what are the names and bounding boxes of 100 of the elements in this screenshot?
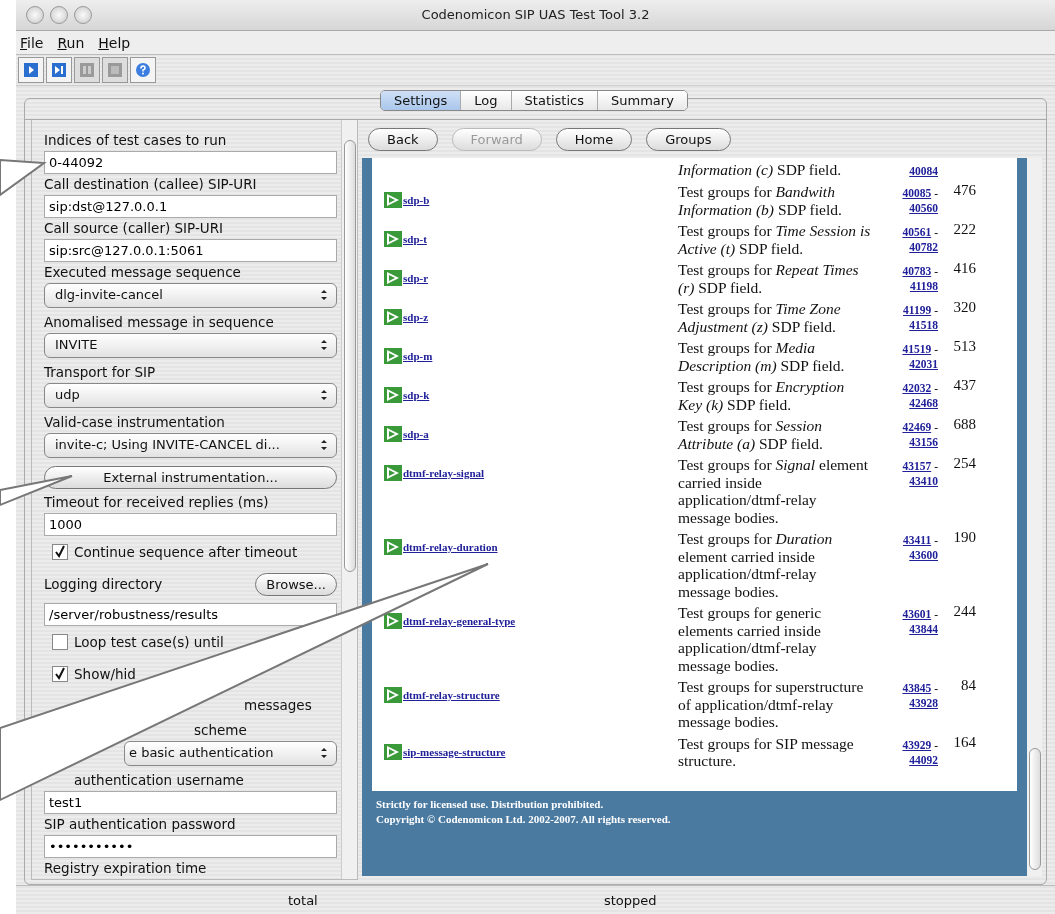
range-start-link[interactable]: 40561 xyxy=(902,225,932,241)
help-button[interactable] xyxy=(130,57,156,84)
play-icon xyxy=(384,309,402,326)
option-label: messages xyxy=(243,696,313,716)
range-start-link[interactable]: 40085 xyxy=(902,186,932,202)
range-separator: - xyxy=(934,381,938,397)
play-icon xyxy=(384,270,402,287)
range-start-link[interactable]: 43157 xyxy=(902,459,932,475)
nav-button[interactable]: Home xyxy=(555,127,633,151)
range-end-link[interactable]: 44092 xyxy=(909,752,938,768)
group-description: Information (c) SDP field. xyxy=(678,160,843,180)
case-count: 222 xyxy=(952,221,977,240)
range-end-link[interactable]: 43600 xyxy=(909,548,938,564)
group-link[interactable]: sdp-m xyxy=(403,350,433,363)
group-description: Test groups for Time Zone Adjustment (z) SDP field. xyxy=(678,299,842,336)
range-start-link[interactable]: 43601 xyxy=(902,607,932,623)
range-start-link[interactable]: 42032 xyxy=(902,381,932,397)
case-count: 164 xyxy=(952,733,977,752)
range-end-link[interactable]: 41198 xyxy=(909,279,938,295)
dropdown[interactable]: invite-c; Using INVITE-CANCEL di... xyxy=(44,433,337,459)
range-start-link[interactable]: 41519 xyxy=(902,342,932,358)
input-field[interactable]: ••••••••••• xyxy=(44,835,337,859)
range-start-link[interactable]: 41199 xyxy=(903,303,932,319)
tab[interactable]: Settings xyxy=(381,91,462,111)
group-description: Test groups for Session Attribute (a) SDP field. xyxy=(678,416,824,453)
range-start-link[interactable]: 43929 xyxy=(902,737,932,753)
range-start-link[interactable]: 42469 xyxy=(902,420,932,436)
nav-button[interactable]: Back xyxy=(368,127,438,151)
range-separator: - xyxy=(934,607,938,623)
range-separator: - xyxy=(934,342,938,358)
tab[interactable]: Summary xyxy=(598,91,687,111)
group-link[interactable]: sdp-z xyxy=(403,311,429,324)
range-end-link[interactable]: 40084 xyxy=(909,164,938,180)
browse-button[interactable]: Browse... xyxy=(255,572,337,596)
option-label: scheme xyxy=(193,721,248,741)
range-start-link[interactable]: 43845 xyxy=(902,681,932,697)
group-link[interactable]: sdp-b xyxy=(403,194,430,207)
range-separator: - xyxy=(934,737,938,753)
dropdown[interactable]: e basic authentication xyxy=(124,741,337,767)
step-button[interactable] xyxy=(46,57,72,84)
run-icon xyxy=(23,62,39,79)
group-link[interactable]: sdp-a xyxy=(403,428,429,441)
group-link[interactable]: dtmf-relay-general-type xyxy=(403,615,516,628)
range-end-link[interactable]: 42468 xyxy=(909,396,938,412)
range-end-link[interactable]: 41518 xyxy=(909,318,938,334)
play-icon xyxy=(384,613,402,630)
input-field[interactable]: 1000 xyxy=(44,513,337,537)
nav-button[interactable]: Groups xyxy=(646,127,731,151)
close-button[interactable] xyxy=(26,5,44,24)
scrollbar[interactable] xyxy=(341,120,357,880)
group-link[interactable]: dtmf-relay-duration xyxy=(403,541,498,554)
dropdown[interactable]: udp xyxy=(44,383,337,409)
scrollbar[interactable] xyxy=(1027,158,1042,877)
dropdown[interactable]: dlg-invite-cancel xyxy=(44,283,337,309)
checkbox[interactable] xyxy=(52,634,68,651)
play-icon xyxy=(384,687,402,704)
input-field[interactable]: sip:src@127.0.0.1:5061 xyxy=(44,239,337,263)
range-end-link[interactable]: 43410 xyxy=(909,474,938,490)
range-end-link[interactable]: 43156 xyxy=(909,435,938,451)
group-link[interactable]: sdp-k xyxy=(403,389,430,402)
menu-item[interactable]: Help xyxy=(98,34,131,51)
checkbox[interactable] xyxy=(52,544,68,561)
range-separator: - xyxy=(934,186,938,202)
checkbox-label: Show/hid xyxy=(74,666,136,683)
group-link[interactable]: dtmf-relay-structure xyxy=(403,689,500,702)
minimize-button[interactable] xyxy=(50,5,68,24)
tab[interactable]: Statistics xyxy=(511,91,598,111)
field-label: Valid-case instrumentation xyxy=(44,413,226,433)
group-link[interactable]: sdp-t xyxy=(403,233,427,246)
range-start-link[interactable]: 43411 xyxy=(903,533,932,549)
zoom-button[interactable] xyxy=(74,5,92,24)
group-description: Test groups for SIP message structure. xyxy=(678,733,855,770)
input-field[interactable]: /server/robustness/results xyxy=(44,603,337,627)
external-instrumentation-button[interactable]: External instrumentation... xyxy=(44,466,337,490)
footer-text: Copyright © Codenomicon Ltd. 2002-2007. All rights reserved. xyxy=(376,812,672,828)
field-label: authentication username xyxy=(73,771,245,791)
menu-item[interactable]: File xyxy=(20,34,44,51)
dropdown[interactable]: INVITE xyxy=(44,333,337,359)
range-end-link[interactable]: 40782 xyxy=(909,240,938,256)
up-down-arrows-icon xyxy=(320,439,328,452)
input-field[interactable]: test1 xyxy=(44,791,337,815)
play-icon xyxy=(384,192,402,209)
up-down-arrows-icon xyxy=(320,289,328,302)
menu-item[interactable]: Run xyxy=(57,34,85,51)
group-link[interactable]: dtmf-relay-signal xyxy=(403,467,485,480)
checkbox[interactable] xyxy=(52,666,68,683)
range-end-link[interactable]: 42031 xyxy=(909,357,938,373)
status-text: stopped xyxy=(604,892,657,908)
tab[interactable]: Log xyxy=(461,91,512,111)
input-field[interactable]: sip:dst@127.0.0.1 xyxy=(44,195,337,219)
field-label: Executed message sequence xyxy=(44,263,242,283)
range-end-link[interactable]: 43844 xyxy=(909,622,938,638)
range-start-link[interactable]: 40783 xyxy=(902,264,932,280)
group-link[interactable]: sip-message-structure xyxy=(403,745,506,758)
play-icon xyxy=(384,426,402,443)
run-button[interactable] xyxy=(18,57,44,84)
range-end-link[interactable]: 43928 xyxy=(909,696,938,712)
range-end-link[interactable]: 40560 xyxy=(909,201,938,217)
group-link[interactable]: sdp-r xyxy=(403,272,429,285)
group-description: Test groups for Repeat Times (r) SDP field. xyxy=(678,260,860,297)
